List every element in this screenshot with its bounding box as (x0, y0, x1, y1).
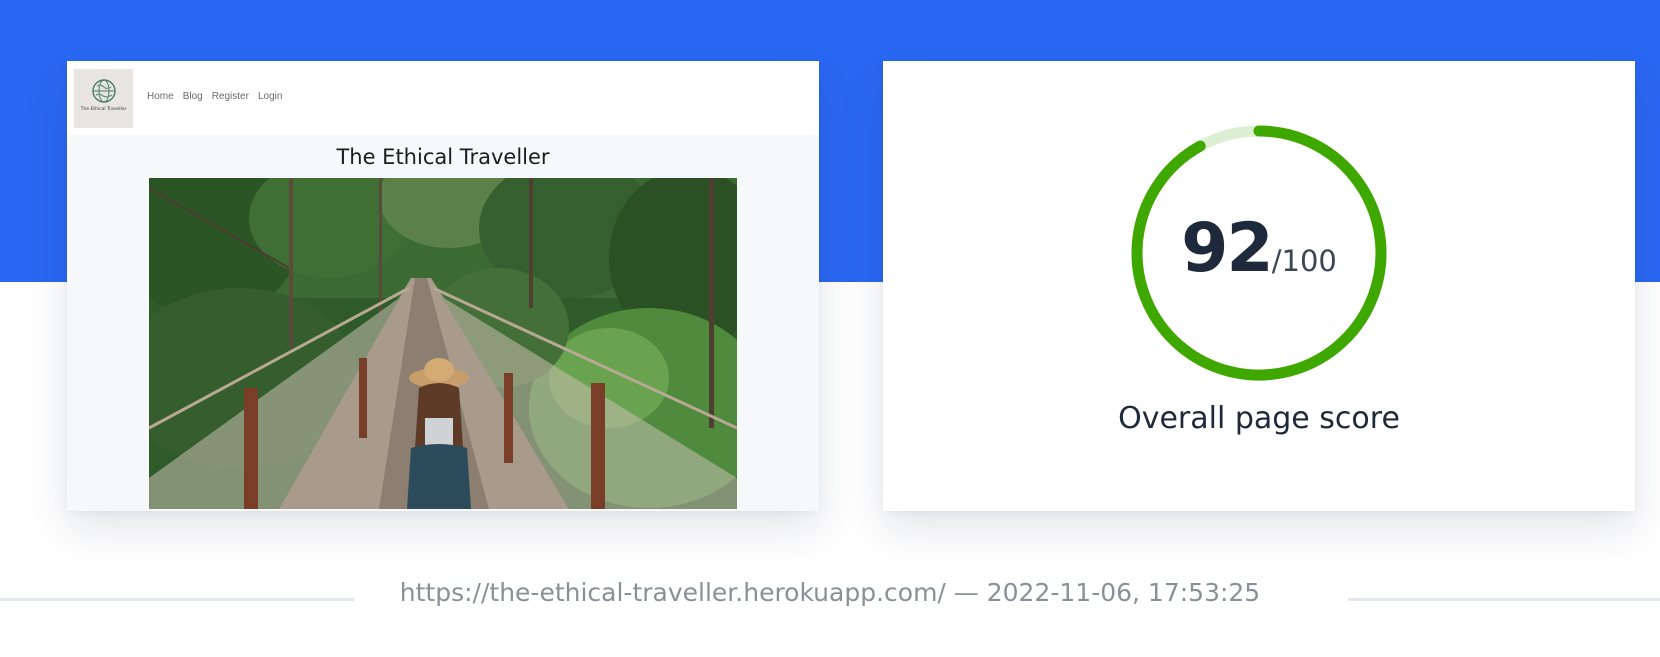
site-screenshot-card: The Ethical Traveller Home Blog Register… (67, 61, 819, 511)
score-display: 92/100 (883, 209, 1635, 288)
score-value: 92 (1181, 209, 1274, 288)
site-nav-register[interactable]: Register (212, 91, 249, 102)
footer-divider-right (1348, 598, 1660, 601)
score-label: Overall page score (1118, 401, 1400, 436)
site-navbar: The Ethical Traveller Home Blog Register… (67, 61, 819, 135)
footer-url-timestamp: https://the-ethical-traveller.herokuapp.… (399, 578, 1261, 607)
site-body: The Ethical Traveller (67, 135, 819, 511)
site-nav-blog[interactable]: Blog (183, 91, 203, 102)
site-logo[interactable]: The Ethical Traveller (74, 69, 133, 128)
globe-logo-icon (91, 79, 116, 103)
site-nav-login[interactable]: Login (258, 91, 282, 102)
site-title: The Ethical Traveller (336, 145, 550, 169)
site-logo-text: The Ethical Traveller (80, 107, 127, 112)
site-nav-links: Home Blog Register Login (147, 91, 282, 102)
score-card: 92/100 Overall page score (883, 61, 1635, 511)
hero-image (149, 178, 737, 509)
score-max: /100 (1271, 244, 1337, 278)
site-nav-home[interactable]: Home (147, 91, 174, 102)
footer-divider-left (0, 598, 354, 601)
